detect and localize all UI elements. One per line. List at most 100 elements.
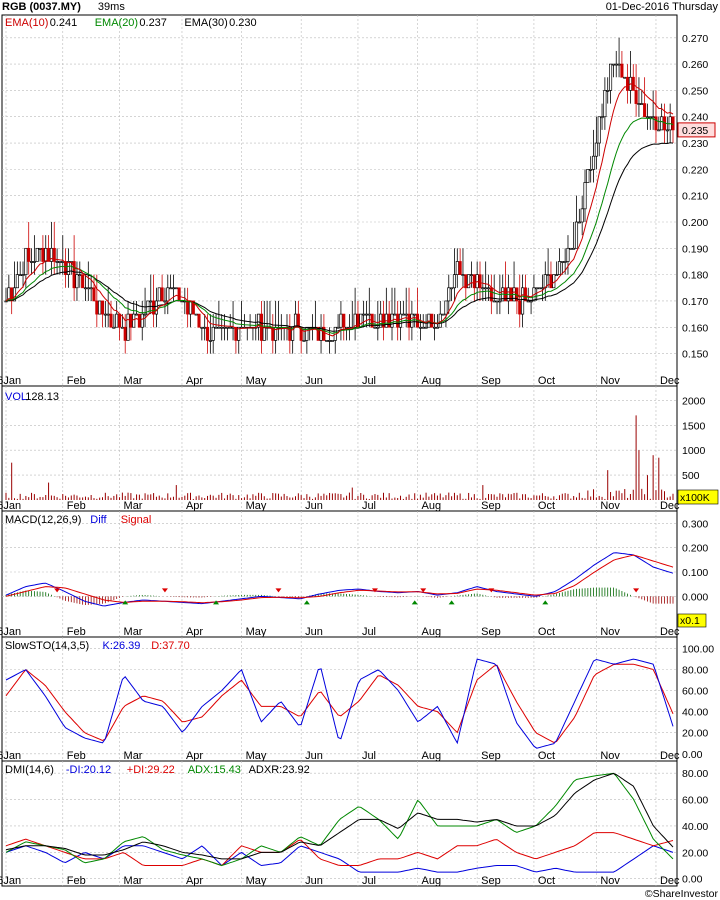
- copyright-label: ©ShareInvestor: [645, 888, 719, 900]
- dmi-month-label: Feb: [67, 875, 86, 887]
- macd-y-tick-label: 0.200: [682, 543, 708, 555]
- price-y-tick-label: 0.200: [682, 217, 708, 229]
- price-month-label: Jul: [362, 375, 376, 387]
- price-candle: [126, 313, 130, 341]
- price-y-tick-label: 0.220: [682, 164, 708, 176]
- macd-month-label: Nov: [600, 626, 620, 638]
- price-candle: [367, 313, 371, 316]
- volume-month-label: Feb: [67, 500, 86, 512]
- price-candle: [569, 247, 573, 250]
- price-candle: [103, 313, 107, 316]
- price-candle: [362, 313, 366, 316]
- volume-month-label: Jun: [305, 500, 323, 512]
- price-y-tick-label: 0.170: [682, 296, 708, 308]
- dmi-month-label: Oct: [538, 875, 555, 887]
- price-candle: [109, 313, 113, 328]
- price-legend-item: EMA(30): [184, 17, 227, 29]
- price-candle: [387, 313, 391, 328]
- price-candle: [154, 300, 158, 315]
- volume-month-label: 2016Jan: [0, 500, 21, 512]
- price-candle: [546, 274, 550, 276]
- price-candle: [660, 116, 664, 131]
- price-legend-value: 0.237: [139, 17, 167, 29]
- price-candle: [583, 182, 587, 210]
- price-candle: [364, 313, 369, 316]
- macd-month-label: Aug: [422, 626, 442, 638]
- price-month-label: Apr: [186, 375, 203, 387]
- buy-signal-arrow: [542, 600, 549, 605]
- price-candle: [654, 116, 658, 131]
- price-candle: [160, 287, 164, 302]
- price-candle: [339, 313, 343, 328]
- price-candle: [92, 287, 96, 302]
- slowsto-y-tick-label: 100.00: [682, 643, 714, 655]
- price-candle: [549, 274, 553, 289]
- price-candle: [606, 90, 610, 92]
- price-candle: [611, 63, 615, 66]
- dmi-y-tick-label: 20.00: [682, 847, 708, 859]
- price-candle: [100, 300, 105, 315]
- price-candle: [538, 287, 542, 290]
- dmi-y-tick-label: 60.00: [682, 795, 708, 807]
- slowsto-month-label: Dec: [660, 750, 680, 762]
- macd-y-tick-label: 0.100: [682, 567, 708, 579]
- price-candle: [41, 247, 45, 262]
- dmi-month-label: Nov: [600, 875, 620, 887]
- macd-month-label: Apr: [186, 626, 203, 638]
- price-y-tick-label: 0.240: [682, 112, 708, 124]
- dmi-y-tick-label: 80.00: [682, 768, 708, 780]
- macd-legend-item: MACD(12,26,9): [5, 514, 81, 526]
- price-y-tick-label: 0.270: [682, 33, 708, 45]
- dmi-month-label: Sep: [481, 875, 501, 887]
- chart-canvas: 0.150 0.160 0.170 0.180 0.190 0.200 0.210 0.220…: [0, 14, 719, 900]
- price-candle: [163, 300, 167, 303]
- macd-signal-line: [5, 554, 674, 604]
- volume-month-label: Aug: [422, 500, 442, 512]
- buy-signal-arrow: [411, 600, 418, 605]
- volume-legend-item: VOL: [5, 391, 27, 403]
- price-candle: [418, 326, 422, 329]
- price-month-label: Nov: [600, 375, 620, 387]
- price-candle: [620, 63, 624, 78]
- price-month-label: Feb: [67, 375, 86, 387]
- price-candle: [208, 340, 212, 342]
- price-candle: [117, 313, 122, 328]
- slowsto-legend-item: SlowSTO(14,3,5): [5, 640, 89, 652]
- volume-month-label: Jul: [362, 500, 376, 512]
- price-month-label: Dec: [660, 375, 680, 387]
- price-candle: [18, 274, 22, 276]
- price-candle: [586, 169, 590, 183]
- price-candle: [671, 116, 675, 131]
- macd-month-label: Feb: [67, 626, 86, 638]
- dmi-legend-item: -DI:20.12: [66, 764, 111, 776]
- slowsto-month-label: Feb: [67, 750, 86, 762]
- macd-month-label: Mar: [124, 626, 143, 638]
- price-candle: [205, 326, 210, 341]
- price-y-tick-label: 0.160: [682, 322, 708, 334]
- volume-panel-frame: [1, 385, 678, 512]
- price-month-label: May: [246, 375, 267, 387]
- price-candle: [29, 261, 34, 263]
- dmi-legend-item: ADXR:23.92: [249, 764, 310, 776]
- price-legend-item: EMA(10): [5, 17, 48, 29]
- price-candle: [486, 287, 491, 290]
- price-candle: [421, 326, 425, 329]
- price-candle: [469, 274, 474, 276]
- price-candle: [143, 313, 147, 316]
- price-candle: [555, 274, 559, 276]
- price-candle: [424, 326, 428, 329]
- macd-month-label: Jul: [362, 626, 376, 638]
- volume-month-label: Mar: [124, 500, 143, 512]
- price-candle: [123, 326, 127, 341]
- price-candle: [35, 247, 39, 262]
- dmi-legend-item: ADX:15.43: [188, 764, 241, 776]
- price-candle: [58, 261, 62, 263]
- price-candle: [640, 103, 644, 105]
- price-candle: [623, 76, 627, 79]
- price-candle: [430, 313, 434, 328]
- macd-month-label: Sep: [481, 626, 501, 638]
- macd-diff-line: [5, 552, 674, 607]
- price-candle: [398, 313, 403, 328]
- price-candle: [157, 287, 161, 302]
- price-candle: [637, 103, 641, 105]
